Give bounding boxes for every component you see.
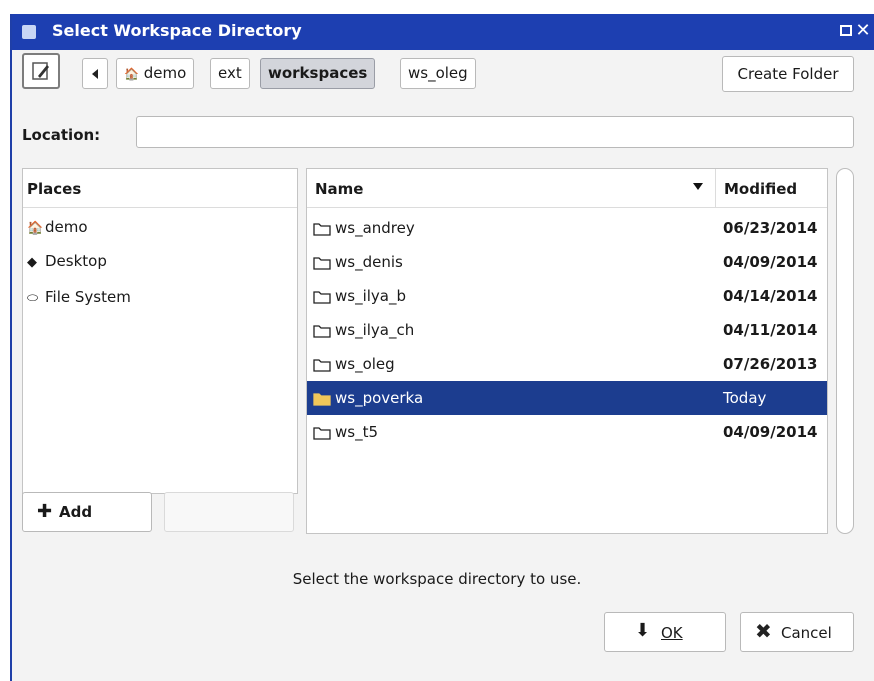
file-row[interactable]: ws_ilya_b 04/14/2014 xyxy=(307,279,827,313)
folder-icon xyxy=(313,222,331,236)
vertical-scrollbar[interactable] xyxy=(836,168,854,534)
file-modified: 04/11/2014 xyxy=(723,321,818,339)
file-modified: 06/23/2014 xyxy=(723,219,818,237)
file-name: ws_oleg xyxy=(313,347,395,381)
breadcrumb-label: ext xyxy=(218,64,242,82)
file-name: ws_ilya_ch xyxy=(313,313,414,347)
file-name: ws_poverka xyxy=(313,381,423,415)
file-list-header: Name Modified xyxy=(307,169,827,208)
breadcrumb-label: ws_oleg xyxy=(408,64,468,82)
cancel-button[interactable]: ✖ Cancel xyxy=(740,612,854,652)
file-name: ws_denis xyxy=(313,245,403,279)
places-item-label: File System xyxy=(45,288,131,306)
breadcrumb-workspaces[interactable]: workspaces xyxy=(260,58,376,89)
add-label: Add xyxy=(59,503,93,521)
breadcrumb-ws-oleg[interactable]: ws_oleg xyxy=(400,58,476,89)
title-bar[interactable]: Select Workspace Directory ✕ xyxy=(12,14,874,50)
home-icon: 🏠 xyxy=(124,67,139,81)
file-list: Name Modified ws_andrey 06/23/2014 ws_deni… xyxy=(306,168,828,534)
file-modified: 04/14/2014 xyxy=(723,287,818,305)
cancel-icon: ✖ xyxy=(755,619,772,643)
file-name-label: ws_ilya_b xyxy=(335,287,407,305)
places-header[interactable]: Places xyxy=(23,169,297,208)
places-panel: Places 🏠 demo ◆ Desktop ⬭ File System xyxy=(22,168,298,494)
sort-descending-icon[interactable] xyxy=(693,183,703,190)
file-row[interactable]: ws_ilya_ch 04/11/2014 xyxy=(307,313,827,347)
location-label: Location: xyxy=(22,126,101,144)
breadcrumb-label: workspaces xyxy=(268,64,368,82)
edit-icon xyxy=(32,62,49,80)
modified-header-label: Modified xyxy=(724,180,798,198)
drive-icon: ⬭ xyxy=(27,291,39,306)
places-item-label: Desktop xyxy=(45,252,107,270)
ok-button[interactable]: ⬇ OK xyxy=(604,612,726,652)
plus-icon: ✚ xyxy=(37,501,53,522)
cancel-label: Cancel xyxy=(781,624,832,642)
file-name-label: ws_denis xyxy=(335,253,403,271)
breadcrumb-demo[interactable]: 🏠 demo xyxy=(116,58,195,89)
folder-icon xyxy=(313,358,331,372)
ok-icon: ⬇ xyxy=(635,620,651,641)
remove-place-button[interactable] xyxy=(164,492,294,532)
file-name-label: ws_poverka xyxy=(335,389,424,407)
create-folder-button[interactable]: Create Folder xyxy=(722,56,854,92)
file-modified: 04/09/2014 xyxy=(723,253,818,271)
folder-icon xyxy=(313,392,331,406)
file-name: ws_ilya_b xyxy=(313,279,406,313)
file-name: ws_t5 xyxy=(313,415,378,449)
home-icon: 🏠 xyxy=(27,221,44,236)
desktop-icon: ◆ xyxy=(27,255,37,270)
file-row[interactable]: ws_t5 04/09/2014 xyxy=(307,415,827,449)
file-name-label: ws_andrey xyxy=(335,219,415,237)
file-name: ws_andrey xyxy=(313,211,415,245)
maximize-icon[interactable] xyxy=(840,25,852,36)
places-item-desktop[interactable]: ◆ Desktop xyxy=(27,247,107,275)
location-input[interactable] xyxy=(136,116,854,148)
window-title: Select Workspace Directory xyxy=(52,21,302,40)
type-location-toggle-button[interactable] xyxy=(22,53,60,89)
file-modified: 04/09/2014 xyxy=(723,423,818,441)
file-name-label: ws_oleg xyxy=(335,355,395,373)
add-place-button[interactable]: ✚ Add xyxy=(22,492,152,532)
breadcrumb-label: demo xyxy=(143,64,187,82)
breadcrumb-back-button[interactable] xyxy=(82,58,108,89)
places-item-demo[interactable]: 🏠 demo xyxy=(27,213,88,241)
folder-icon xyxy=(313,290,331,304)
folder-icon xyxy=(313,324,331,338)
breadcrumb-ext[interactable]: ext xyxy=(210,58,250,89)
file-modified: 07/26/2013 xyxy=(723,355,818,373)
file-name-label: ws_t5 xyxy=(335,423,379,441)
file-name-label: ws_ilya_ch xyxy=(335,321,415,339)
modified-column-header[interactable]: Modified xyxy=(715,169,827,207)
folder-icon xyxy=(313,426,331,440)
file-row[interactable]: ws_poverka Today xyxy=(307,381,827,415)
places-header-label: Places xyxy=(27,180,82,198)
places-item-file-system[interactable]: ⬭ File System xyxy=(27,283,131,311)
close-icon[interactable]: ✕ xyxy=(854,18,872,44)
folder-icon xyxy=(313,256,331,270)
file-row[interactable]: ws_andrey 06/23/2014 xyxy=(307,211,827,245)
places-item-label: demo xyxy=(45,218,88,236)
hint-text: Select the workspace directory to use. xyxy=(292,570,582,588)
app-icon xyxy=(22,25,36,39)
ok-label: OK xyxy=(661,624,683,642)
file-modified: Today xyxy=(723,389,767,407)
name-column-header[interactable]: Name xyxy=(315,180,363,198)
file-row[interactable]: ws_denis 04/09/2014 xyxy=(307,245,827,279)
file-row[interactable]: ws_oleg 07/26/2013 xyxy=(307,347,827,381)
